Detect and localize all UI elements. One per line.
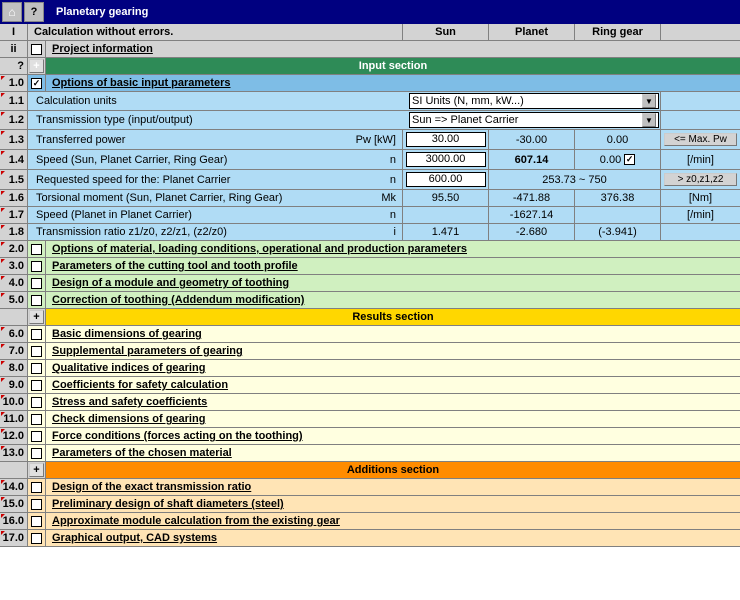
chk-2-0[interactable]	[31, 244, 42, 255]
chevron-down-icon: ▼	[642, 113, 656, 127]
title-bar: ⌂ ? Planetary gearing	[0, 0, 740, 24]
row-1-8: 1.8 Transmission ratio z1/z0, z2/z1, (z2…	[0, 224, 740, 241]
row-10-0: 10.0Stress and safety coefficients	[0, 394, 740, 411]
row-14-0: 14.0Design of the exact transmission rat…	[0, 479, 740, 496]
row-7-0: 7.0Supplemental parameters of gearing	[0, 343, 740, 360]
help-icon[interactable]: ?	[24, 2, 44, 22]
chk-8-0[interactable]	[31, 363, 42, 374]
chk-9-0[interactable]	[31, 380, 42, 391]
row-1-2: 1.2 Transmission type (input/output) Sun…	[0, 111, 740, 130]
chk-15-0[interactable]	[31, 499, 42, 510]
col-planet: Planet	[488, 24, 574, 40]
row-1-7: 1.7 Speed (Planet in Planet Carrier) n -…	[0, 207, 740, 224]
col-ring: Ring gear	[574, 24, 660, 40]
chk-11-0[interactable]	[31, 414, 42, 425]
row-12-0: 12.0Force conditions (forces acting on t…	[0, 428, 740, 445]
row-16-0: 16.0Approximate module calculation from …	[0, 513, 740, 530]
z-button[interactable]: > z0,z1,z2	[664, 173, 737, 186]
chk-3-0[interactable]	[31, 261, 42, 272]
project-info-row: ii Project information	[0, 41, 740, 58]
proj-info-label: Project information	[46, 41, 740, 57]
row-1-1: 1.1 Calculation units SI Units (N, mm, k…	[0, 92, 740, 111]
pw-sun-input[interactable]: 30.00	[406, 132, 486, 147]
row-1-6: 1.6 Torsional moment (Sun, Planet Carrie…	[0, 190, 740, 207]
chevron-down-icon: ▼	[642, 94, 656, 108]
chk-1-4[interactable]	[624, 154, 635, 165]
row-3-0: 3.0Parameters of the cutting tool and to…	[0, 258, 740, 275]
additions-section-header: + Additions section	[0, 462, 740, 479]
results-section-header: + Results section	[0, 309, 740, 326]
speed-sun-input[interactable]: 3000.00	[406, 152, 486, 167]
expand-results-button[interactable]: +	[29, 310, 44, 324]
row-1-4: 1.4 Speed (Sun, Planet Carrier, Ring Gea…	[0, 150, 740, 170]
row-13-0: 13.0Parameters of the chosen material	[0, 445, 740, 462]
row-1-0: 1.0 Options of basic input parameters	[0, 75, 740, 92]
col-sun: Sun	[402, 24, 488, 40]
row-9-0: 9.0Coefficients for safety calculation	[0, 377, 740, 394]
chk-7-0[interactable]	[31, 346, 42, 357]
expand-additions-button[interactable]: +	[29, 463, 44, 477]
chk-17-0[interactable]	[31, 533, 42, 544]
row-6-0: 6.0Basic dimensions of gearing	[0, 326, 740, 343]
chk-12-0[interactable]	[31, 431, 42, 442]
row-8-0: 8.0Qualitative indices of gearing	[0, 360, 740, 377]
chk-5-0[interactable]	[31, 295, 42, 306]
max-pw-button[interactable]: <= Max. Pw	[664, 133, 737, 146]
row-1-5: 1.5 Requested speed for the: Planet Carr…	[0, 170, 740, 190]
transmission-dropdown[interactable]: Sun => Planet Carrier▼	[409, 112, 659, 128]
app-title: Planetary gearing	[56, 6, 148, 18]
req-speed-input[interactable]: 600.00	[406, 172, 486, 187]
units-dropdown[interactable]: SI Units (N, mm, kW...)▼	[409, 93, 659, 109]
chk-10-0[interactable]	[31, 397, 42, 408]
chk-6-0[interactable]	[31, 329, 42, 340]
chk-16-0[interactable]	[31, 516, 42, 527]
status-num: I	[0, 24, 28, 40]
row-2-0: 2.0Options of material, loading conditio…	[0, 241, 740, 258]
row-1-3: 1.3 Transferred power Pw [kW] 30.00 -30.…	[0, 130, 740, 150]
row-15-0: 15.0Preliminary design of shaft diameter…	[0, 496, 740, 513]
proj-num: ii	[0, 41, 28, 57]
header-row: I Calculation without errors. Sun Planet…	[0, 24, 740, 41]
chk-14-0[interactable]	[31, 482, 42, 493]
chk-1-0[interactable]	[31, 78, 42, 89]
proj-info-checkbox[interactable]	[31, 44, 42, 55]
input-section-header: ? + Input section	[0, 58, 740, 75]
app-icon[interactable]: ⌂	[2, 2, 22, 22]
chk-4-0[interactable]	[31, 278, 42, 289]
row-11-0: 11.0Check dimensions of gearing	[0, 411, 740, 428]
col-extra	[660, 24, 740, 40]
expand-input-button[interactable]: +	[29, 59, 44, 73]
status-text: Calculation without errors.	[28, 24, 402, 40]
row-5-0: 5.0Correction of toothing (Addendum modi…	[0, 292, 740, 309]
row-4-0: 4.0Design of a module and geometry of to…	[0, 275, 740, 292]
row-17-0: 17.0Graphical output, CAD systems	[0, 530, 740, 547]
input-section-title: Input section	[46, 58, 740, 74]
chk-13-0[interactable]	[31, 448, 42, 459]
